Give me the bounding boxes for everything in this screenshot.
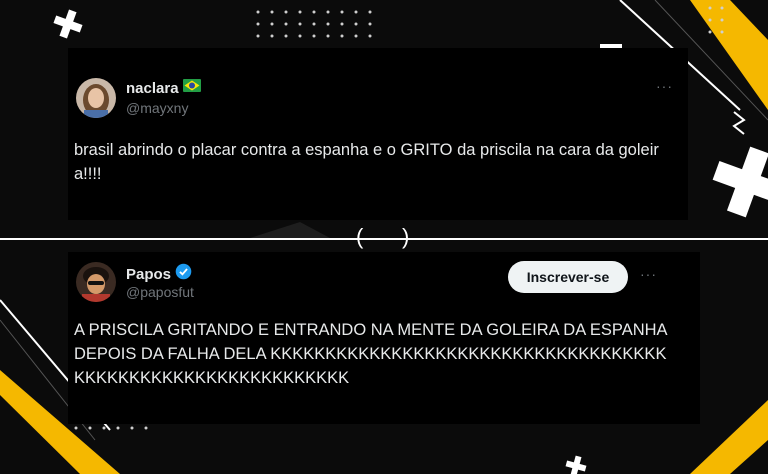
tweet-text: brasil abrindo o placar contra a espanha… — [74, 141, 659, 183]
author-row: Papos — [126, 263, 192, 285]
tweet-card-1: naclara @mayxny ··· brasil abrindo o pla… — [68, 48, 688, 220]
plus-shape-top-left — [53, 9, 83, 39]
handle[interactable]: @mayxny — [126, 100, 188, 116]
plus-shape-bottom — [565, 455, 587, 474]
plus-shape-right — [712, 146, 768, 218]
avatar-image — [76, 78, 116, 118]
verified-badge-icon — [175, 263, 192, 285]
dot-grid-top — [256, 6, 724, 38]
avatar[interactable] — [76, 262, 116, 302]
display-name[interactable]: naclara — [126, 80, 179, 97]
tweet-card-2: Papos @paposfut Inscrever-se ··· A PRISC… — [68, 252, 700, 424]
more-options-icon[interactable]: ··· — [640, 266, 657, 282]
tweet-text: A PRISCILA GRITANDO E ENTRANDO NA MENTE … — [74, 321, 672, 387]
avatar-image — [76, 262, 116, 302]
author-row: naclara — [126, 79, 201, 97]
divider-line — [0, 238, 768, 240]
handle[interactable]: @paposfut — [126, 284, 194, 300]
right-paren: ) — [402, 224, 410, 249]
brazil-flag-icon — [182, 79, 201, 97]
subscribe-button[interactable]: Inscrever-se — [508, 261, 628, 293]
left-paren: ( — [356, 224, 364, 249]
zigzag-shape — [732, 111, 746, 135]
more-options-icon[interactable]: ··· — [656, 78, 673, 94]
display-name[interactable]: Papos — [126, 266, 171, 283]
grey-shape-mid — [250, 222, 330, 238]
yellow-stripe-bottom-right — [690, 400, 768, 474]
yellow-stripe-top — [690, 0, 768, 110]
avatar[interactable] — [76, 78, 116, 118]
